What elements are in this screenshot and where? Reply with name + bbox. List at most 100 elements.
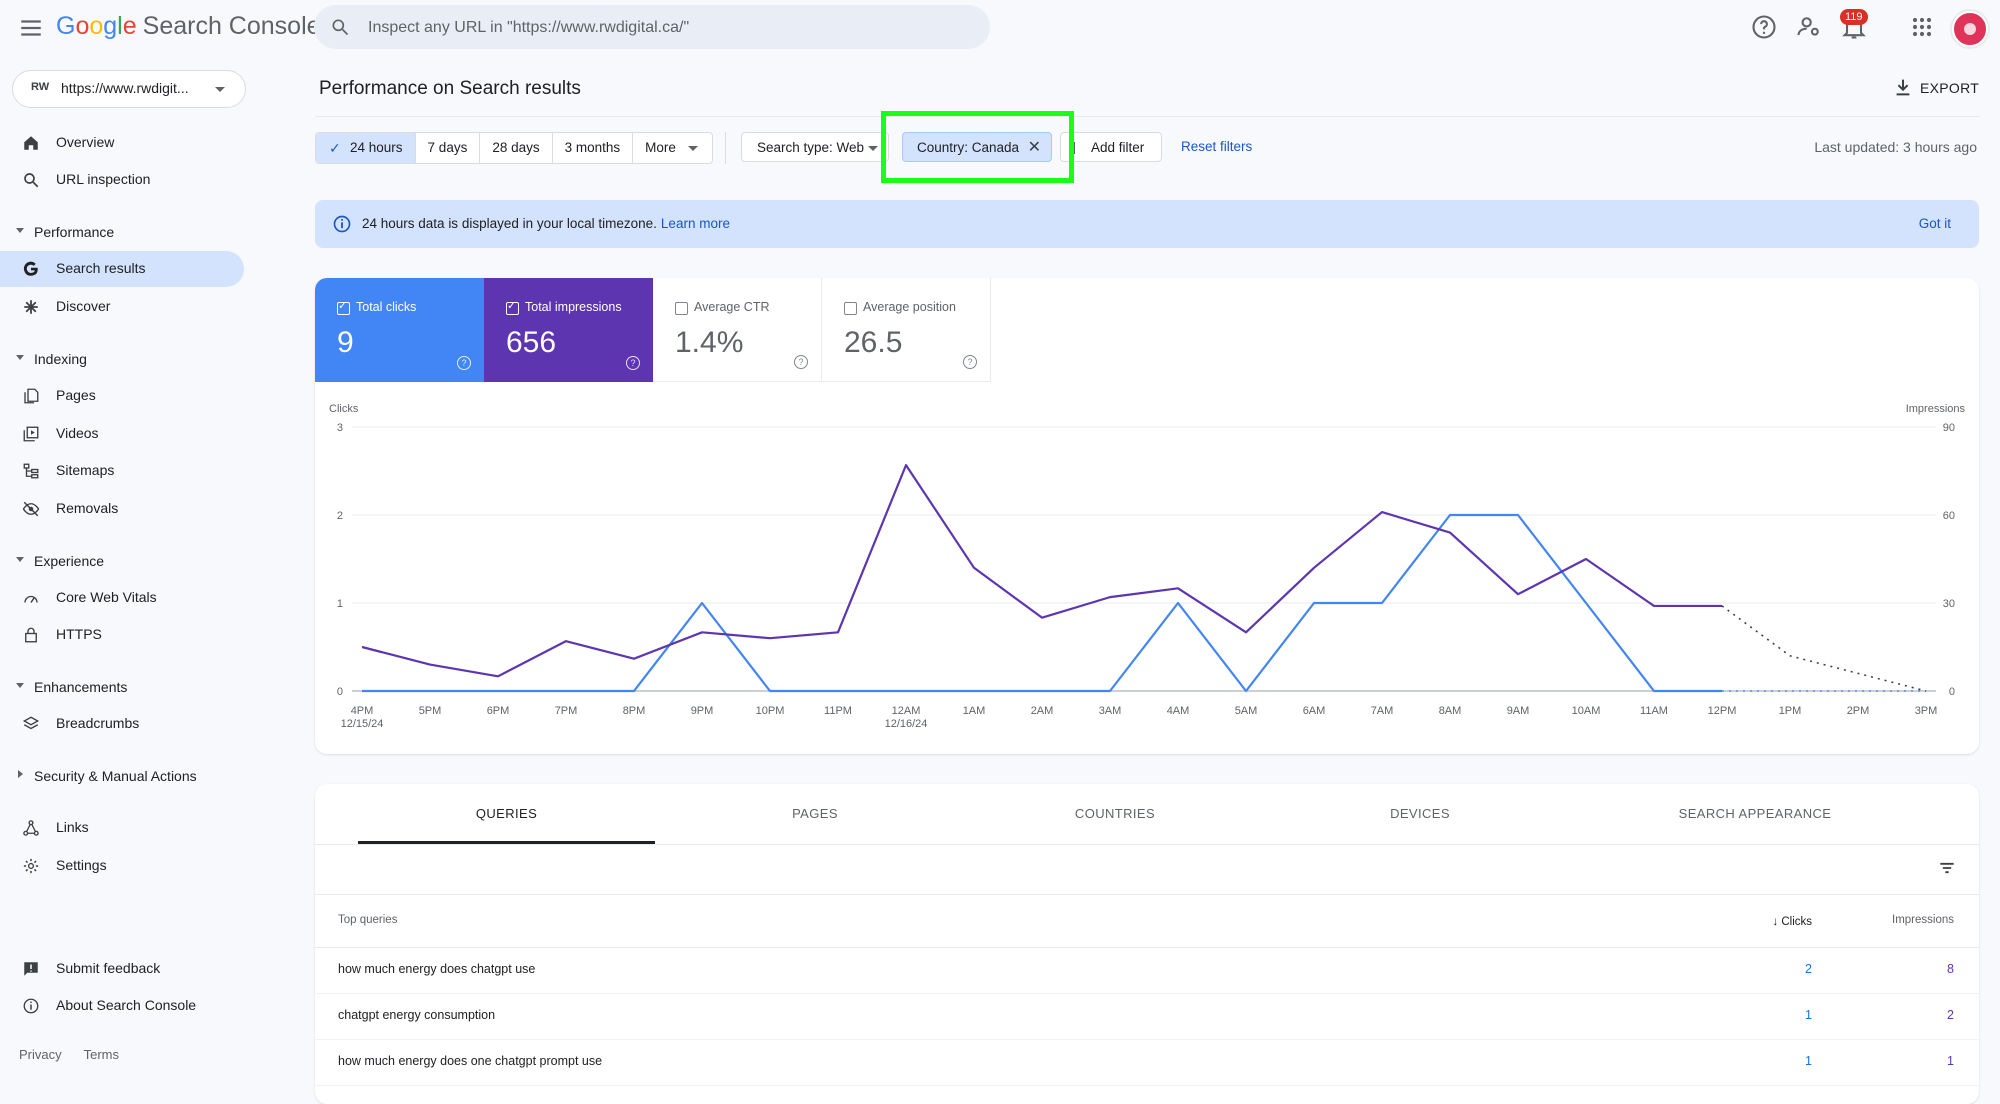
sidebar-item-label: Settings — [56, 857, 107, 873]
sidebar-item-search-results[interactable]: Search results — [0, 251, 244, 287]
logo-letter: G — [56, 12, 76, 40]
x-tick-label: 5AM — [1235, 705, 1258, 717]
add-filter-button[interactable]: Add filter — [1060, 132, 1162, 162]
logo-letter: o — [75, 12, 90, 40]
date-range-28-days[interactable]: 28 days — [480, 133, 553, 163]
sidebar-item-settings[interactable]: Settings — [0, 848, 244, 884]
tab-queries[interactable]: QUERIES — [358, 806, 655, 821]
help-icon[interactable] — [1750, 13, 1778, 41]
reset-filters-link[interactable]: Reset filters — [1181, 139, 1252, 154]
avatar[interactable] — [1952, 11, 1988, 47]
column-header-clicks-label: Clicks — [1781, 916, 1812, 928]
performance-chart-card: Total clicks 9 ? Total impressions 656 ?… — [315, 278, 1979, 754]
sidebar-item-removals[interactable]: Removals — [0, 491, 244, 527]
sidebar-item-label: Discover — [56, 298, 111, 314]
table-row[interactable]: chatgpt energy consumption 1 2 — [315, 993, 1979, 1040]
main-menu-icon[interactable] — [18, 15, 44, 41]
sidebar-section-performance[interactable]: Performance — [0, 217, 244, 247]
column-header-impressions[interactable]: Impressions — [1892, 914, 1954, 926]
sidebar-item-sitemaps[interactable]: Sitemaps — [0, 453, 244, 489]
y-right-tick-label: 0 — [1949, 686, 1955, 698]
tab-countries[interactable]: COUNTRIES — [975, 806, 1255, 821]
table-row[interactable]: how much energy does one chatgpt prompt … — [315, 1039, 1979, 1086]
sidebar-footer: Privacy Terms — [19, 1047, 141, 1062]
filter-rows-icon[interactable] — [1937, 858, 1957, 878]
x-tick-label: 10AM — [1572, 705, 1601, 717]
home-icon — [22, 134, 40, 152]
sidebar-item-discover[interactable]: Discover — [0, 289, 244, 325]
x-tick-label: 4AM — [1167, 705, 1190, 717]
apps-grid-icon[interactable] — [1908, 13, 1936, 41]
date-range-24-hours[interactable]: 24 hours — [316, 133, 416, 163]
sidebar-item-overview[interactable]: Overview — [0, 125, 244, 161]
column-header-clicks[interactable]: ↓ Clicks — [1772, 914, 1812, 928]
product-name: Search Console — [142, 12, 321, 40]
date-range-7-days[interactable]: 7 days — [416, 133, 481, 163]
account-settings-icon[interactable] — [1795, 13, 1823, 41]
country-filter-chip[interactable]: Country: Canada ✕ — [902, 132, 1052, 162]
logo-letter: g — [103, 12, 118, 40]
sidebar-item-about[interactable]: About Search Console — [0, 988, 244, 1024]
section-label: Performance — [34, 224, 115, 240]
sidebar-section-experience[interactable]: Experience — [0, 546, 244, 576]
add-filter-label: Add filter — [1091, 140, 1145, 155]
expand-toggle-icon — [16, 557, 24, 562]
search-console-logo[interactable]: Google Search Console — [56, 12, 321, 41]
tab-search-appearance[interactable]: SEARCH APPEARANCE — [1585, 806, 1925, 821]
sidebar-section-indexing[interactable]: Indexing — [0, 344, 244, 374]
sidebar-item-label: Search results — [56, 260, 146, 276]
sort-down-arrow-icon: ↓ — [1772, 914, 1779, 928]
date-range-3-months[interactable]: 3 months — [553, 133, 634, 163]
url-inspect-input[interactable] — [366, 5, 970, 51]
queries-table-card: QUERIES PAGES COUNTRIES DEVICES SEARCH A… — [315, 784, 1979, 1104]
got-it-button[interactable]: Got it — [1919, 216, 1951, 231]
privacy-link[interactable]: Privacy — [19, 1047, 62, 1062]
performance-line-chart[interactable]: 01230306090Clicks Impressions4PM12/15/245… — [315, 278, 1979, 754]
sidebar-item-breadcrumbs[interactable]: Breadcrumbs — [0, 706, 244, 742]
sidebar-section-security[interactable]: Security & Manual Actions — [0, 761, 244, 791]
learn-more-link[interactable]: Learn more — [661, 216, 730, 231]
sidebar-item-videos[interactable]: Videos — [0, 416, 244, 452]
x-tick-label: 1PM — [1779, 705, 1802, 717]
close-icon[interactable]: ✕ — [1028, 133, 1041, 163]
sidebar-item-core-web-vitals[interactable]: Core Web Vitals — [0, 580, 244, 616]
y-left-tick-label: 3 — [337, 422, 343, 434]
search-icon — [22, 171, 40, 189]
row-clicks: 1 — [1805, 1008, 1812, 1022]
x-tick-sublabel: 12/15/24 — [341, 718, 384, 730]
sidebar-item-https[interactable]: HTTPS — [0, 617, 244, 653]
sitemap-icon — [22, 462, 40, 480]
x-tick-label: 11AM — [1640, 705, 1668, 717]
x-tick-label: 7PM — [555, 705, 578, 717]
dimension-tabs: QUERIES PAGES COUNTRIES DEVICES SEARCH A… — [315, 784, 1979, 845]
sidebar-item-label: Videos — [56, 425, 99, 441]
sidebar-section-enhancements[interactable]: Enhancements — [0, 672, 244, 702]
sidebar-item-label: Submit feedback — [56, 960, 161, 976]
x-tick-label: 9PM — [691, 705, 714, 717]
export-button[interactable]: EXPORT — [1886, 74, 1979, 102]
tab-devices[interactable]: DEVICES — [1280, 806, 1560, 821]
date-range-more[interactable]: More — [633, 133, 712, 163]
gear-icon — [22, 857, 40, 875]
table-row[interactable]: how much energy does chatgpt use 2 8 — [315, 947, 1979, 994]
x-tick-label: 11PM — [824, 705, 852, 717]
sidebar-item-pages[interactable]: Pages — [0, 378, 244, 414]
tab-pages[interactable]: PAGES — [675, 806, 955, 821]
property-selector[interactable]: RW https://www.rwdigit... — [12, 70, 246, 108]
section-label: Enhancements — [34, 679, 128, 695]
sidebar-item-links[interactable]: Links — [0, 810, 244, 846]
gauge-icon — [22, 589, 40, 607]
terms-link[interactable]: Terms — [84, 1047, 119, 1062]
notification-count-badge: 119 — [1840, 9, 1868, 25]
search-type-filter[interactable]: Search type: Web — [741, 132, 889, 162]
table-header: Top queries ↓ Clicks Impressions — [315, 894, 1979, 948]
search-type-label: Search type: Web — [757, 140, 865, 155]
timezone-info-banner: 24 hours data is displayed in your local… — [315, 200, 1979, 248]
x-tick-label: 8AM — [1439, 705, 1462, 717]
video-icon — [22, 425, 40, 443]
url-inspect-search[interactable] — [314, 5, 990, 51]
sidebar-item-url-inspection[interactable]: URL inspection — [0, 162, 244, 198]
x-tick-label: 6PM — [487, 705, 510, 717]
sidebar-item-submit-feedback[interactable]: Submit feedback — [0, 951, 244, 987]
top-bar: GoogleSearch Console 119 — [0, 0, 2000, 56]
